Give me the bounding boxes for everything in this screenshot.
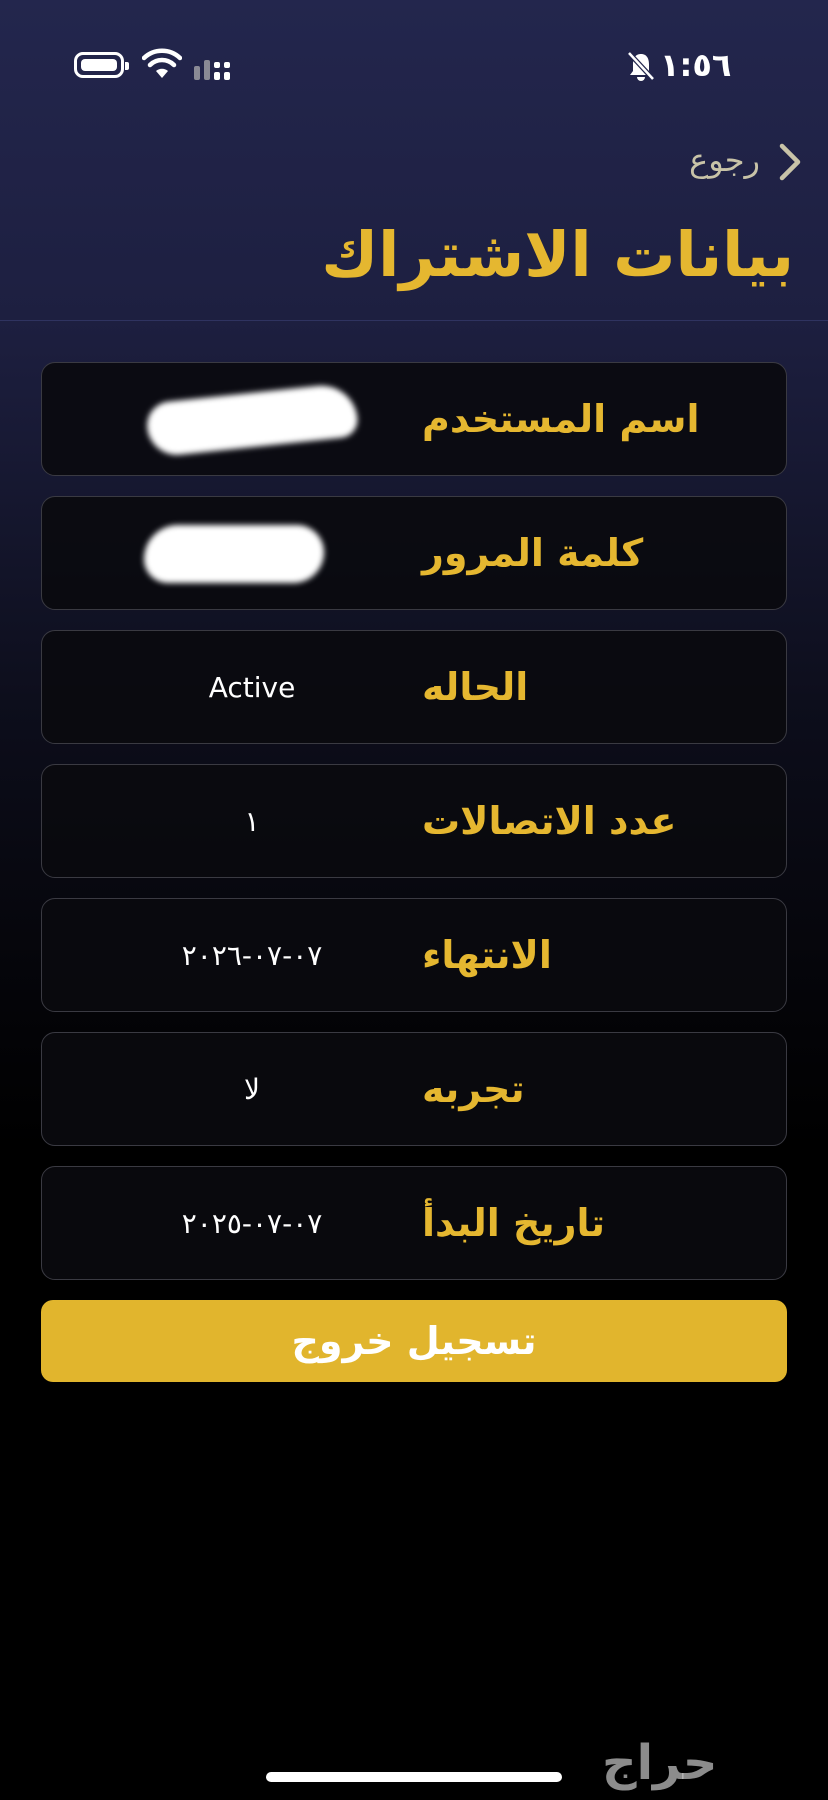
- back-label: رجوع: [689, 141, 760, 179]
- expiry-value: ٠٧-٠٧-٢٠٢٦: [181, 938, 323, 972]
- row-label: كلمة المرور: [422, 531, 644, 575]
- row-username: اسم المستخدم: [41, 362, 787, 476]
- status-value: Active: [208, 670, 296, 704]
- row-connections: عدد الاتصالات ١: [41, 764, 787, 878]
- row-label: عدد الاتصالات: [422, 799, 677, 843]
- row-label: تجربه: [422, 1067, 525, 1111]
- logout-button[interactable]: تسجيل خروج: [41, 1300, 787, 1382]
- redaction-mark: [144, 525, 324, 583]
- row-expiry: الانتهاء ٠٧-٠٧-٢٠٢٦: [41, 898, 787, 1012]
- status-time: ١:٥٦: [660, 46, 732, 84]
- redaction-mark: [144, 382, 360, 458]
- row-start-date: تاريخ البدأ ٠٧-٠٧-٢٠٢٥: [41, 1166, 787, 1280]
- start-date-value: ٠٧-٠٧-٢٠٢٥: [181, 1206, 323, 1240]
- chevron-back-icon: [779, 143, 801, 181]
- home-indicator[interactable]: [266, 1772, 562, 1782]
- row-label: اسم المستخدم: [422, 397, 700, 441]
- row-password: كلمة المرور: [41, 496, 787, 610]
- row-label: تاريخ البدأ: [422, 1201, 606, 1245]
- username-value: [102, 363, 402, 475]
- page-title: بيانات الاشتراك: [321, 218, 794, 291]
- password-value: [102, 497, 402, 609]
- trial-value: لا: [244, 1072, 260, 1106]
- back-button[interactable]: رجوع: [689, 140, 804, 184]
- subscription-details-list: اسم المستخدم كلمة المرور الحاله Active ع…: [41, 362, 787, 1300]
- status-bar: ١:٥٦: [0, 0, 828, 130]
- row-label: الحاله: [422, 665, 529, 709]
- connections-value: ١: [244, 804, 260, 838]
- battery-icon: [74, 52, 129, 78]
- wifi-icon: [142, 48, 182, 78]
- watermark-logo: حراج: [602, 1735, 718, 1791]
- row-status: الحاله Active: [41, 630, 787, 744]
- row-label: الانتهاء: [422, 933, 552, 977]
- row-trial: تجربه لا: [41, 1032, 787, 1146]
- header: رجوع بيانات الاشتراك: [0, 130, 828, 321]
- signal-icon: [194, 60, 230, 80]
- bell-muted-icon: [627, 51, 655, 81]
